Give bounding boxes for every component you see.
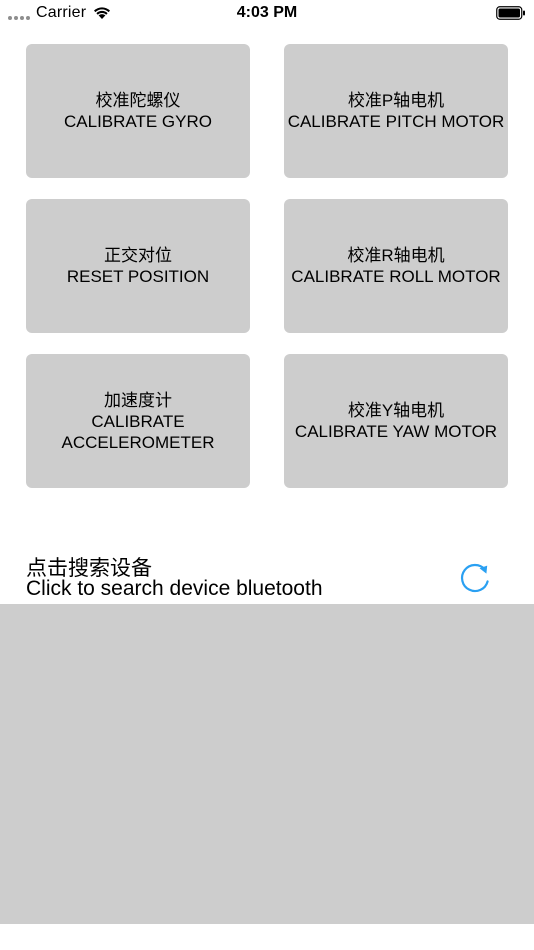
button-label-en: CALIBRATE PITCH MOTOR [287,112,505,131]
button-label-en: CALIBRATE ACCELEROMETER [61,411,215,452]
button-label-zh: 正交对位 [104,246,172,265]
button-label-zh: 校准陀螺仪 [95,91,181,110]
button-label-zh: 校准P轴电机 [347,91,445,110]
reset-position-button[interactable]: 正交对位 RESET POSITION [26,199,250,333]
button-label-en: CALIBRATE ROLL MOTOR [291,267,501,286]
button-label-en: CALIBRATE YAW MOTOR [294,422,498,441]
button-label-zh: 校准R轴电机 [347,246,445,265]
battery-icon [496,6,525,20]
refresh-icon[interactable] [457,559,493,595]
calibrate-accelerometer-button[interactable]: 加速度计 CALIBRATE ACCELEROMETER [26,354,250,488]
button-label-en: CALIBRATE GYRO [64,112,212,131]
button-label-zh: 校准Y轴电机 [347,401,445,420]
button-label-en: RESET POSITION [66,267,210,286]
calibrate-pitch-motor-button[interactable]: 校准P轴电机 CALIBRATE PITCH MOTOR [284,44,508,178]
search-label-en: Click to search device bluetooth [26,577,323,600]
calibrate-yaw-motor-button[interactable]: 校准Y轴电机 CALIBRATE YAW MOTOR [284,354,508,488]
search-device-row[interactable]: 点击搜索设备 Click to search device bluetooth [0,545,534,603]
calibrate-roll-motor-button[interactable]: 校准R轴电机 CALIBRATE ROLL MOTOR [284,199,508,333]
status-bar: Carrier 4:03 PM [0,0,534,26]
button-label-zh: 加速度计 [104,390,172,410]
clock: 4:03 PM [236,4,298,21]
calibrate-gyro-button[interactable]: 校准陀螺仪 CALIBRATE GYRO [26,44,250,178]
device-list[interactable] [0,604,534,924]
